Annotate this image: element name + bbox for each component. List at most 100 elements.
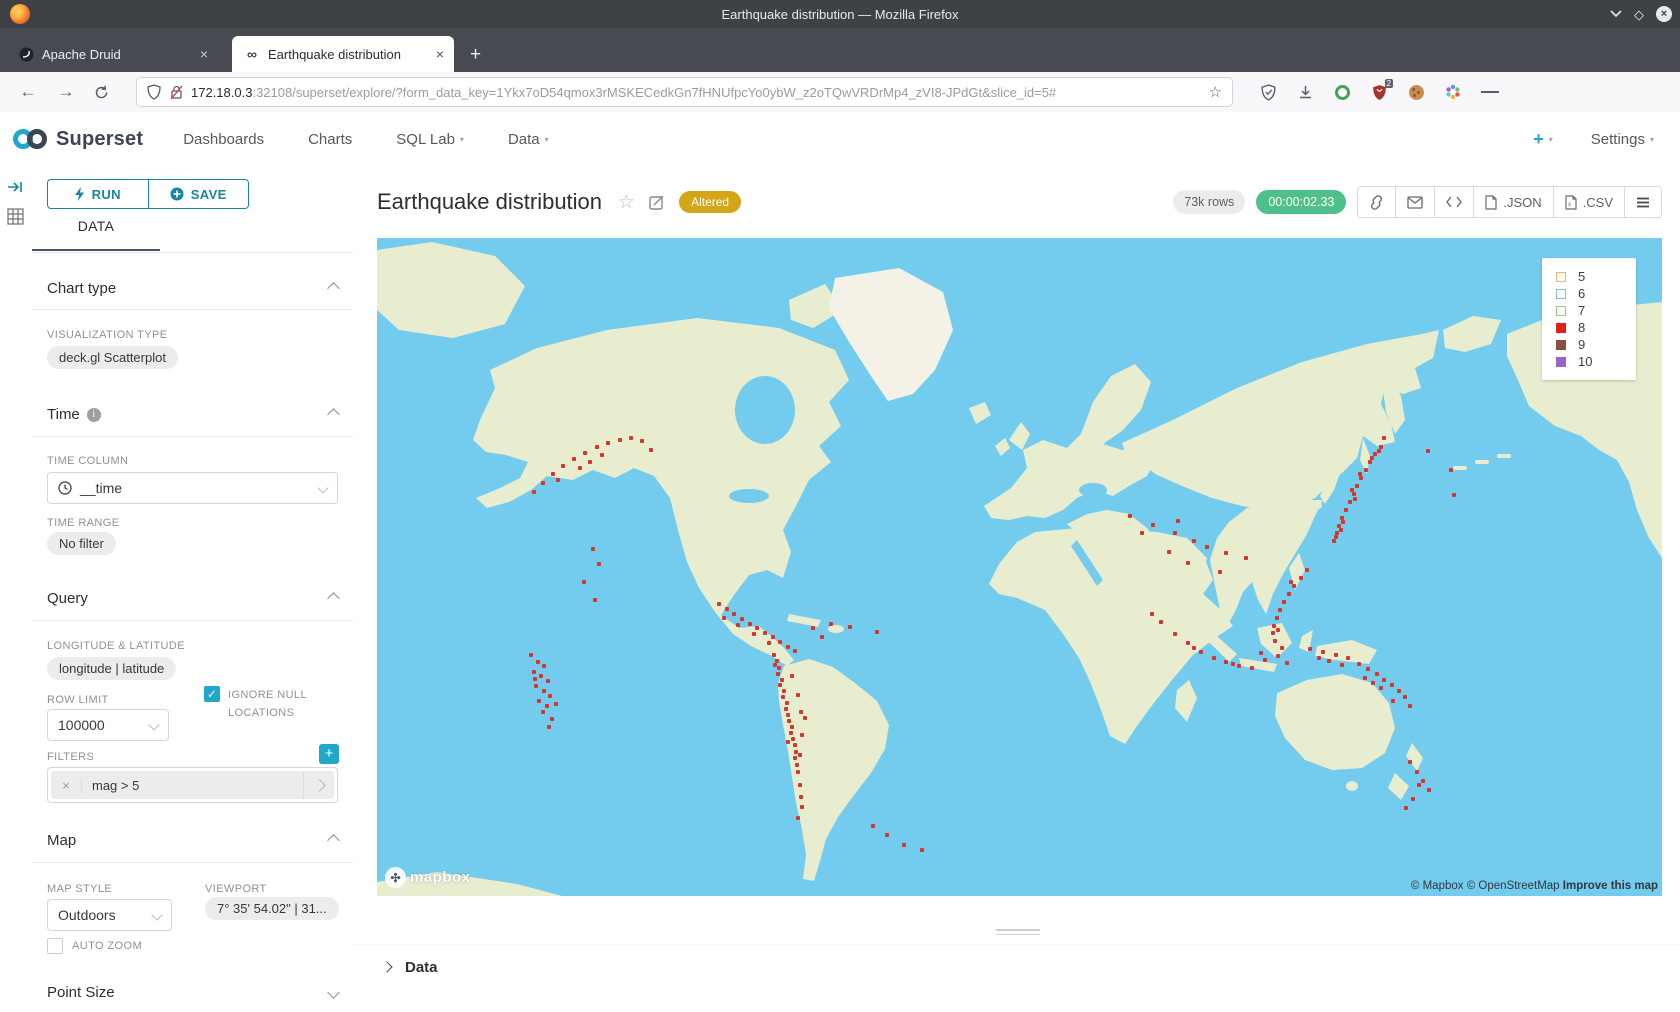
bookmark-star-icon[interactable]: ☆ xyxy=(1209,83,1222,101)
settings-menu[interactable]: Settings▾ xyxy=(1591,131,1654,148)
legend-item[interactable]: 7 xyxy=(1556,302,1636,319)
section-time[interactable]: Timei xyxy=(47,406,338,423)
lonlat-value[interactable]: longitude | latitude xyxy=(47,657,176,680)
remove-filter-icon[interactable]: × xyxy=(51,778,82,793)
add-new-button[interactable]: +▾ xyxy=(1533,129,1553,150)
back-icon[interactable]: ← xyxy=(18,82,38,102)
nav-dashboards[interactable]: Dashboards xyxy=(183,131,264,148)
nav-data[interactable]: Data▾ xyxy=(508,131,549,148)
add-filter-button[interactable]: + xyxy=(319,744,339,764)
downloads-icon[interactable] xyxy=(1296,83,1314,101)
browser-tab-earthquake-distribution[interactable]: ∞ Earthquake distribution × xyxy=(232,36,454,72)
earthquake-point xyxy=(1150,612,1154,616)
legend-item[interactable]: 9 xyxy=(1556,336,1636,353)
row-limit-select[interactable]: 100000 xyxy=(47,709,169,741)
visualization-type-value[interactable]: deck.gl Scatterplot xyxy=(47,346,178,369)
browser-tab-apache-druid[interactable]: Apache Druid × xyxy=(6,36,218,72)
edit-properties-icon[interactable] xyxy=(649,194,665,210)
earthquake-point xyxy=(536,660,540,664)
legend-item[interactable]: 10 xyxy=(1556,353,1636,370)
permissions-shield-icon[interactable] xyxy=(147,84,161,100)
section-chart-type[interactable]: Chart type xyxy=(47,280,338,297)
altered-badge[interactable]: Altered xyxy=(679,191,741,213)
attribution-mapbox[interactable]: © Mapbox xyxy=(1411,880,1464,892)
earthquake-point xyxy=(875,630,879,634)
legend-item[interactable]: 6 xyxy=(1556,285,1636,302)
attribution-osm[interactable]: © OpenStreetMap xyxy=(1467,880,1560,892)
filter-chip[interactable]: × mag > 5 xyxy=(51,771,334,799)
time-range-value[interactable]: No filter xyxy=(47,532,116,555)
filter-box: × mag > 5 xyxy=(47,767,338,803)
deckgl-scatterplot-map[interactable]: 5678910 ✣ mapbox © Mapbox © OpenStreetMa… xyxy=(377,238,1662,896)
new-tab-button[interactable]: + xyxy=(470,44,481,72)
earthquake-point xyxy=(1205,545,1209,549)
protections-shield-icon[interactable] xyxy=(1259,83,1277,101)
window-minimize-icon[interactable] xyxy=(1610,10,1622,18)
forward-icon[interactable]: → xyxy=(56,82,76,102)
earthquake-point xyxy=(1382,436,1386,440)
ublock-icon[interactable]: 2 xyxy=(1370,83,1388,101)
embed-code-button[interactable] xyxy=(1434,187,1473,217)
menu-icon[interactable] xyxy=(1481,83,1499,101)
map-legend[interactable]: 5678910 xyxy=(1542,258,1636,380)
favorite-star-icon[interactable]: ☆ xyxy=(618,191,635,214)
nav-sql-lab[interactable]: SQL Lab▾ xyxy=(396,131,464,148)
map-style-select[interactable]: Outdoors xyxy=(47,899,172,931)
run-button[interactable]: RUN xyxy=(48,180,148,208)
legend-item[interactable]: 8 xyxy=(1556,319,1636,336)
earthquake-point xyxy=(532,670,536,674)
url-bar[interactable]: 172.18.0.3:32108/superset/explore/?form_… xyxy=(136,77,1233,107)
copy-link-button[interactable] xyxy=(1358,187,1395,217)
section-query[interactable]: Query xyxy=(47,590,338,607)
map-style-label: MAP STYLE xyxy=(47,883,112,895)
insecure-lock-icon[interactable] xyxy=(169,84,183,100)
section-map[interactable]: Map xyxy=(47,832,338,849)
row-count-badge: 73k rows xyxy=(1173,190,1245,214)
save-button[interactable]: SAVE xyxy=(148,180,249,208)
chevron-right-icon[interactable] xyxy=(303,771,334,799)
earthquake-point xyxy=(848,625,852,629)
earthquake-point xyxy=(1275,616,1279,620)
legend-item[interactable]: 5 xyxy=(1556,268,1636,285)
data-panel-label: Data xyxy=(405,959,438,976)
earthquake-point xyxy=(572,457,576,461)
email-button[interactable] xyxy=(1395,187,1434,217)
panel-drag-handle[interactable] xyxy=(996,926,1040,938)
chevron-right-icon xyxy=(381,961,392,972)
window-close-icon[interactable]: × xyxy=(1656,6,1672,22)
export-csv-button[interactable]: x .CSV xyxy=(1553,187,1624,217)
window-maximize-icon[interactable]: ◇ xyxy=(1634,8,1644,21)
ignore-null-checkbox[interactable]: ✓ xyxy=(204,686,220,702)
url-text: 172.18.0.3:32108/superset/explore/?form_… xyxy=(191,85,1201,100)
tab-close-icon[interactable]: × xyxy=(436,46,444,62)
pinwheel-extension-icon[interactable] xyxy=(1444,83,1462,101)
section-point-size[interactable]: Point Size xyxy=(47,984,338,1001)
reload-icon[interactable] xyxy=(94,85,114,100)
ignore-null-control[interactable]: ✓ IGNORE NULLLOCATIONS xyxy=(204,686,307,722)
earthquake-point xyxy=(1159,620,1163,624)
extension-green-icon[interactable] xyxy=(1333,83,1351,101)
plus-circle-icon xyxy=(170,187,184,201)
dataset-grid-icon[interactable] xyxy=(7,208,32,225)
export-json-button[interactable]: .JSON xyxy=(1473,187,1552,217)
attribution-improve-link[interactable]: Improve this map xyxy=(1563,880,1658,892)
tab-data[interactable]: DATA xyxy=(32,218,160,234)
earthquake-point xyxy=(796,816,800,820)
cookie-extension-icon[interactable] xyxy=(1407,83,1425,101)
superset-logo[interactable]: Superset xyxy=(12,128,143,151)
earthquake-point xyxy=(1339,528,1343,532)
collapse-panel-icon[interactable] xyxy=(7,180,32,194)
auto-zoom-checkbox[interactable] xyxy=(47,938,63,954)
earthquake-point xyxy=(1299,576,1303,580)
tab-close-icon[interactable]: × xyxy=(200,46,208,62)
chevron-down-icon: ▾ xyxy=(460,135,464,144)
viewport-value[interactable]: 7° 35' 54.02" | 31... xyxy=(205,897,339,920)
auto-zoom-control[interactable]: AUTO ZOOM xyxy=(47,938,142,954)
earthquake-point xyxy=(1403,695,1407,699)
time-column-select[interactable]: __time xyxy=(47,472,338,504)
chart-menu-button[interactable] xyxy=(1624,187,1661,217)
mapbox-logo[interactable]: ✣ mapbox xyxy=(385,867,471,888)
earthquake-point xyxy=(548,694,552,698)
nav-charts[interactable]: Charts xyxy=(308,131,352,148)
data-panel-toggle[interactable]: Data xyxy=(353,944,1680,989)
